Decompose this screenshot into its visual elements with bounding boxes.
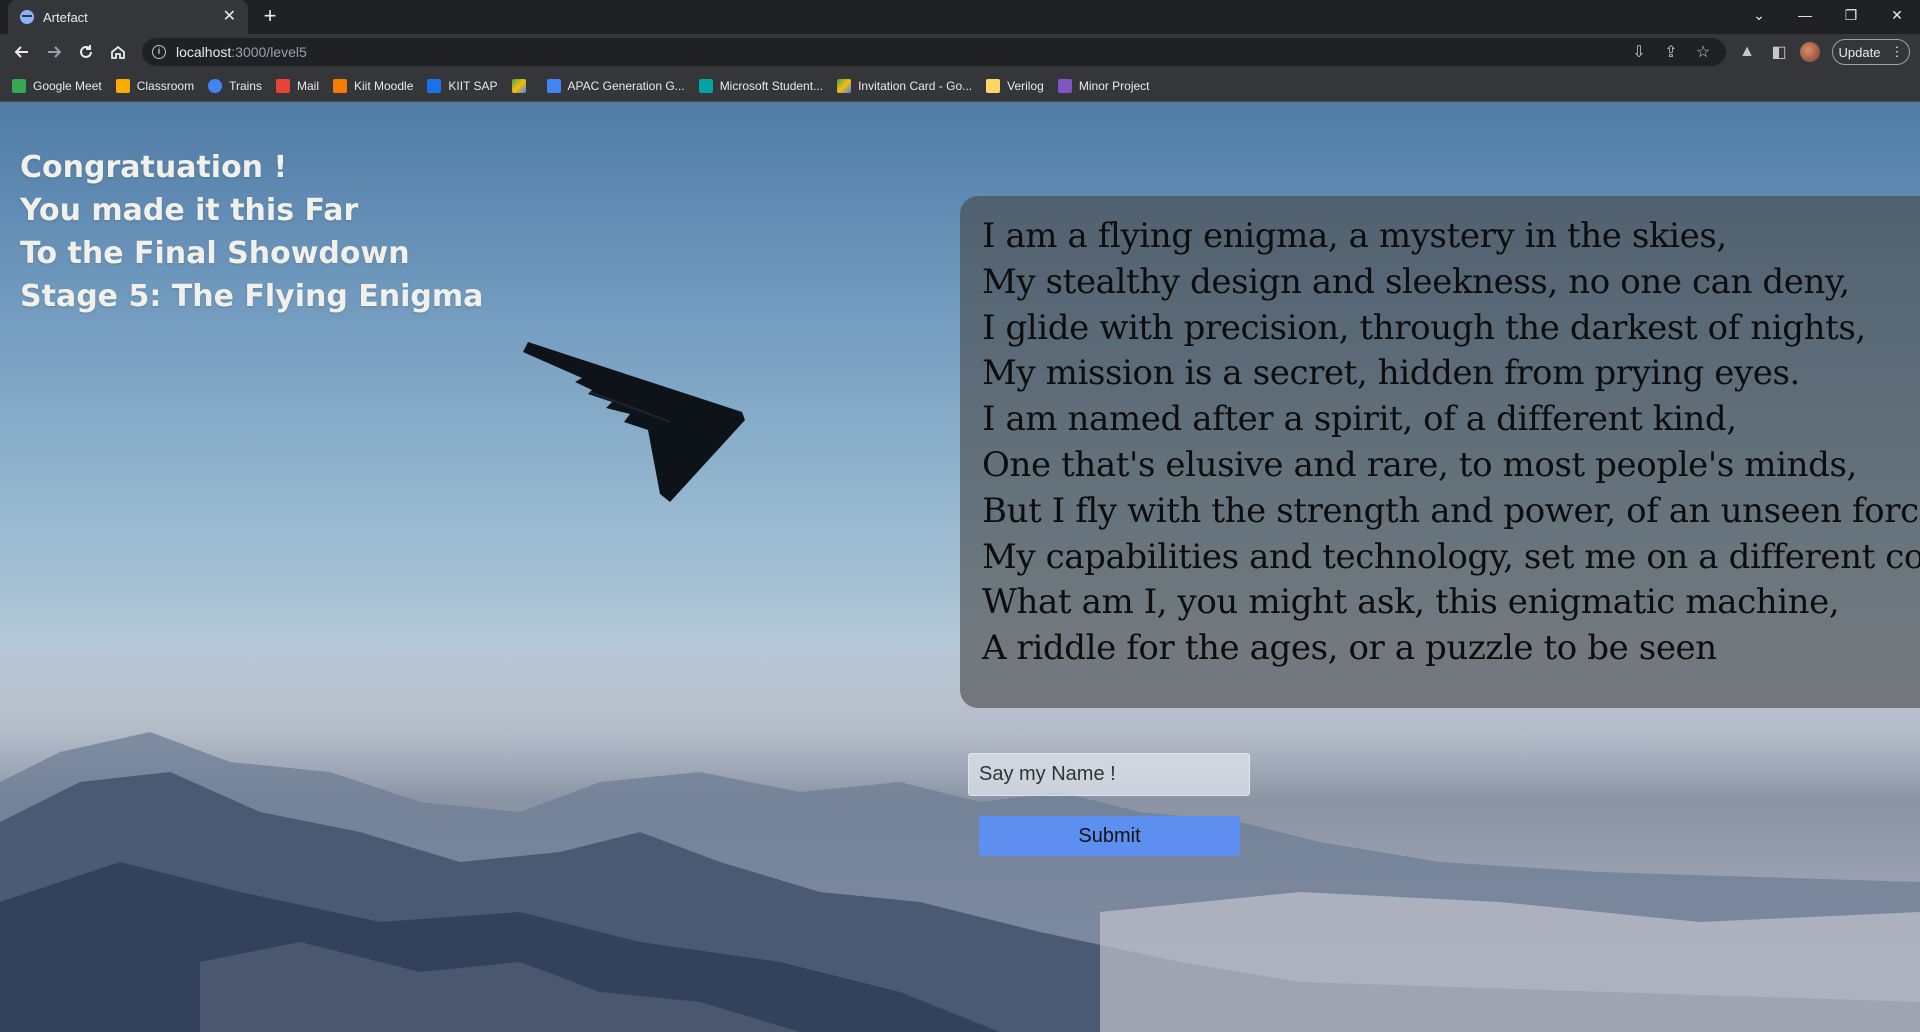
riddle-panel: I am a flying enigma, a mystery in the s…	[960, 196, 1920, 708]
headline-line: Congratuation !	[20, 150, 288, 185]
minimize-button[interactable]: —	[1782, 0, 1828, 30]
bookmark-apac-generation[interactable]: APAC Generation G...	[546, 78, 685, 93]
bookmark-kiit-sap[interactable]: KIIT SAP	[427, 78, 498, 93]
forms-icon	[1057, 78, 1072, 93]
home-button[interactable]	[104, 38, 132, 66]
update-label: Update	[1838, 44, 1881, 60]
sap-icon	[427, 78, 442, 93]
riddle-line: My capabilities and technology, set me o…	[982, 536, 1920, 577]
url-host: localhost	[176, 44, 232, 60]
tab-strip: Artefact ✕ + ⌄ — ❐ ✕	[0, 0, 1920, 34]
riddle-line: What am I, you might ask, this enigmatic…	[982, 582, 1840, 623]
microsoft-student-icon	[698, 78, 713, 93]
google-drive-icon	[837, 78, 852, 93]
url-path: :3000/level5	[231, 44, 307, 60]
bookmark-minor-project[interactable]: Minor Project	[1057, 78, 1150, 93]
bookmark-google-drive[interactable]	[511, 78, 533, 93]
riddle-line: My stealthy design and sleekness, no one…	[982, 261, 1850, 302]
share-icon[interactable]: ⇪	[1660, 41, 1682, 63]
bookmark-star-icon[interactable]: ☆	[1692, 41, 1714, 63]
riddle-line: I am a flying enigma, a mystery in the s…	[982, 216, 1727, 256]
headline-line: To the Final Showdown	[20, 236, 410, 271]
reload-button[interactable]	[72, 38, 100, 66]
bookmark-mail[interactable]: Mail	[275, 78, 319, 93]
answer-input[interactable]	[968, 753, 1250, 796]
bookmark-classroom[interactable]: Classroom	[115, 78, 194, 93]
google-meet-icon	[12, 78, 26, 93]
moodle-icon	[333, 78, 347, 93]
riddle-line: One that's elusive and rare, to most peo…	[982, 444, 1857, 485]
riddle-line: I glide with precision, through the dark…	[982, 307, 1866, 348]
riddle-line: My mission is a secret, hidden from pryi…	[982, 353, 1800, 394]
extension-flask-icon[interactable]: ▲	[1736, 41, 1758, 63]
google-drive-icon	[511, 78, 526, 93]
close-window-button[interactable]: ✕	[1874, 0, 1920, 30]
bookmark-microsoft-student[interactable]: Microsoft Student...	[698, 78, 823, 93]
bookmarks-bar: Google Meet Classroom Trains Mail Kiit M…	[0, 70, 1920, 102]
side-panel-icon[interactable]: ◧	[1768, 41, 1790, 63]
tab-artefact[interactable]: Artefact ✕	[8, 0, 248, 34]
folder-icon	[986, 78, 1001, 93]
gmail-icon	[275, 78, 290, 93]
bookmark-trains[interactable]: Trains	[208, 78, 262, 93]
forward-arrow-icon	[48, 46, 62, 58]
globe-icon	[20, 10, 34, 24]
back-button[interactable]	[8, 38, 36, 66]
site-info-icon[interactable]: i	[152, 45, 166, 59]
trains-icon	[208, 78, 223, 93]
update-button[interactable]: Update ⋮	[1832, 39, 1910, 65]
browser-toolbar: i localhost:3000/level5 ⇩ ⇪ ☆ ▲ ◧ Update…	[0, 34, 1920, 70]
new-tab-button[interactable]: +	[258, 5, 282, 29]
bookmark-invitation-card[interactable]: Invitation Card - Go...	[837, 78, 972, 93]
restore-button[interactable]: ❐	[1828, 0, 1874, 30]
back-arrow-icon	[14, 46, 28, 58]
submit-button[interactable]: Submit	[979, 816, 1240, 856]
headline-line: Stage 5: The Flying Enigma	[20, 279, 484, 314]
tab-title: Artefact	[43, 9, 88, 25]
home-icon	[111, 45, 125, 59]
close-tab-icon[interactable]: ✕	[223, 9, 236, 25]
reload-icon	[80, 45, 92, 58]
google-docs-icon	[546, 78, 561, 93]
tab-search-icon[interactable]: ⌄	[1736, 0, 1782, 30]
address-bar[interactable]: i localhost:3000/level5	[142, 38, 1726, 66]
stage-headline: Congratuation ! You made it this Far To …	[20, 146, 483, 318]
bookmark-verilog[interactable]: Verilog	[986, 78, 1044, 93]
bookmark-kiit-moodle[interactable]: Kiit Moodle	[333, 78, 413, 93]
classroom-icon	[115, 78, 130, 93]
forward-button[interactable]	[40, 38, 68, 66]
riddle-line: A riddle for the ages, or a puzzle to be…	[982, 628, 1717, 669]
more-menu-icon: ⋮	[1890, 44, 1904, 59]
stealth-bomber-image	[523, 342, 745, 502]
headline-line: You made it this Far	[20, 193, 359, 228]
riddle-line: But I fly with the strength and power, o…	[982, 490, 1920, 531]
mountain-landscape-image	[0, 732, 1920, 1032]
avatar[interactable]	[1800, 42, 1820, 62]
page-viewport: Congratuation ! You made it this Far To …	[0, 102, 1920, 1032]
bookmark-google-meet[interactable]: Google Meet	[12, 78, 102, 93]
install-app-icon[interactable]: ⇩	[1628, 41, 1650, 63]
riddle-line: I am named after a spirit, of a differen…	[982, 399, 1737, 440]
